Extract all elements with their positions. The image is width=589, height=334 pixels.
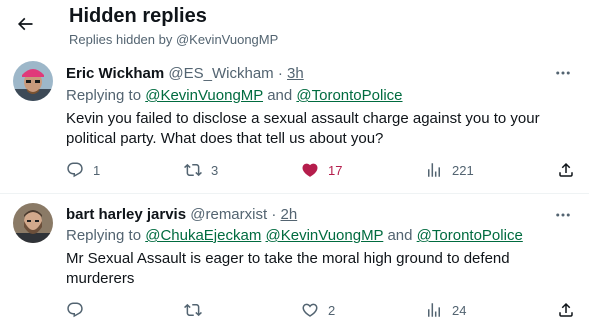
reply-icon	[67, 162, 83, 178]
timestamp[interactable]: 3h	[287, 65, 304, 82]
share-button[interactable]	[557, 160, 575, 180]
more-options-button[interactable]	[553, 206, 573, 224]
display-name[interactable]: bart harley jarvis	[66, 206, 186, 223]
share-icon	[559, 162, 573, 177]
views-button[interactable]: 24	[425, 300, 466, 320]
like-button[interactable]: 17	[301, 160, 342, 180]
retweet-button[interactable]: 3	[184, 160, 218, 180]
share-icon	[559, 302, 573, 317]
user-handle[interactable]: @ES_Wickham	[168, 65, 273, 82]
mention-joiner: and	[267, 87, 293, 104]
timestamp[interactable]: 2h	[281, 206, 298, 223]
views-chart-icon	[428, 303, 440, 317]
like-button[interactable]: 2	[301, 300, 335, 320]
replying-to-label: Replying to	[66, 87, 142, 104]
mention-link[interactable]: @TorontoPolice	[296, 87, 402, 104]
mention-link[interactable]: @KevinVuongMP	[145, 87, 263, 104]
more-options-button[interactable]	[553, 64, 573, 82]
tweet-actions: 1 3 17 221	[0, 160, 589, 180]
separator-dot: ·	[277, 65, 283, 82]
replying-to: Replying to @KevinVuongMP and @TorontoPo…	[66, 87, 403, 105]
page-header: Hidden replies Replies hidden by @KevinV…	[0, 0, 589, 54]
retweet-button[interactable]	[184, 300, 211, 320]
reply-button[interactable]	[66, 300, 93, 320]
avatar[interactable]	[13, 61, 53, 101]
views-button[interactable]: 221	[425, 160, 474, 180]
mention-joiner: and	[387, 227, 413, 244]
tweet-text: Mr Sexual Assault is eager to take the m…	[66, 250, 510, 287]
mention-link[interactable]: @TorontoPolice	[417, 227, 523, 244]
reply-icon	[67, 302, 83, 318]
replying-to: Replying to @ChukaEjeckam @KevinVuongMP …	[66, 227, 523, 245]
tweet[interactable]: bart harley jarvis @remarxist · 2h Reply…	[0, 194, 589, 334]
views-count: 221	[452, 162, 474, 178]
user-handle[interactable]: @remarxist	[190, 206, 267, 223]
reply-count: 1	[93, 162, 101, 178]
reply-button[interactable]: 1	[66, 160, 100, 180]
page-subtitle: Replies hidden by @KevinVuongMP	[69, 32, 279, 47]
retweet-icon	[184, 163, 202, 177]
separator-dot: ·	[271, 206, 277, 223]
like-count: 2	[328, 302, 336, 318]
back-button[interactable]	[12, 11, 38, 37]
views-chart-icon	[428, 163, 440, 177]
mention-link[interactable]: @ChukaEjeckam	[145, 227, 261, 244]
tweet[interactable]: Eric Wickham @ES_Wickham · 3h Replying t…	[0, 54, 589, 194]
more-icon	[556, 213, 570, 217]
tweet-text: Kevin you failed to disclose a sexual as…	[66, 110, 540, 147]
retweet-icon	[184, 303, 202, 317]
more-icon	[556, 71, 570, 75]
views-count: 24	[452, 302, 467, 318]
heart-filled-icon	[302, 163, 318, 177]
mention-link[interactable]: @KevinVuongMP	[266, 227, 384, 244]
avatar[interactable]	[13, 203, 53, 243]
replying-to-label: Replying to	[66, 227, 142, 244]
tweet-actions: 2 24	[0, 300, 589, 320]
arrow-left-icon	[17, 17, 33, 31]
tweet-header: bart harley jarvis @remarxist · 2h	[66, 206, 297, 224]
retweet-count: 3	[211, 162, 219, 178]
heart-icon	[302, 303, 318, 317]
tweet-header: Eric Wickham @ES_Wickham · 3h	[66, 65, 304, 83]
display-name[interactable]: Eric Wickham	[66, 65, 164, 82]
share-button[interactable]	[557, 300, 575, 320]
page-title: Hidden replies	[69, 5, 207, 27]
like-count: 17	[328, 162, 343, 178]
